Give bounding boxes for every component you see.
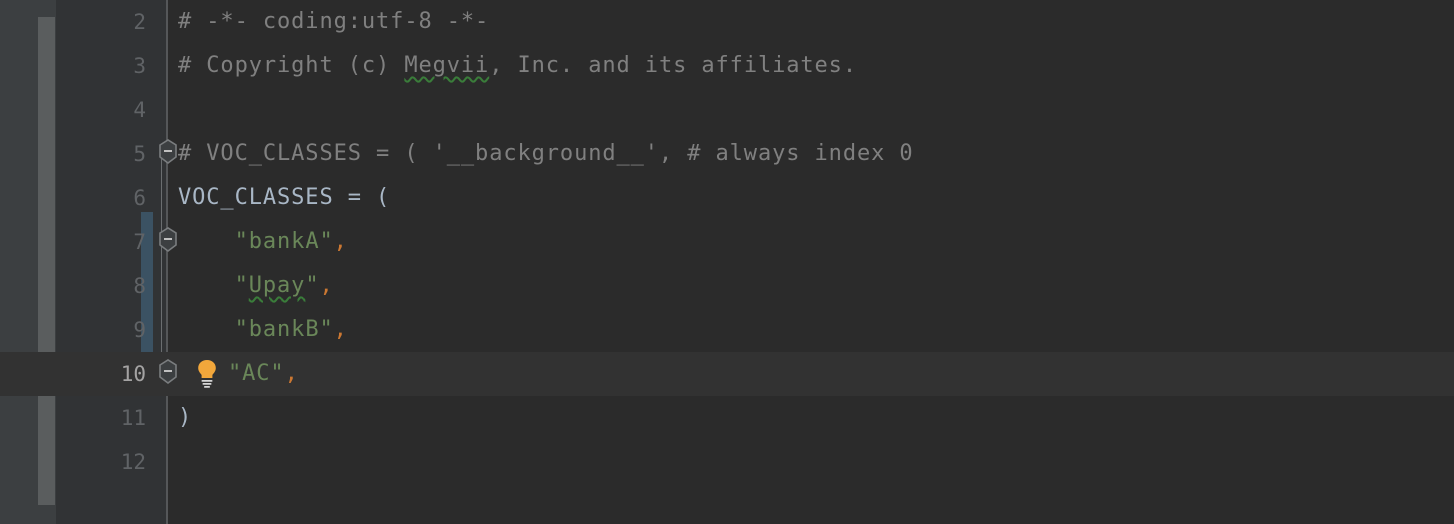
code-line-text-3[interactable]: # Copyright (c) Megvii, Inc. and its aff… [178,44,857,88]
token-comment: # Copyright (c) [178,53,405,78]
code-line-text-11[interactable]: ) [178,396,192,440]
token-string: " [234,273,249,298]
code-line-row [0,396,1454,440]
token-identifier: VOC_CLASSES [178,185,334,210]
line-number-9[interactable]: 9 [56,308,146,352]
code-line-text-5[interactable]: # VOC_CLASSES = ( '__background__', # al… [178,132,914,176]
code-line-text-8[interactable]: "Upay", [178,264,334,308]
token-comment: # -*- coding:utf-8 -*- [178,9,490,34]
line-number-2[interactable]: 2 [56,0,146,44]
token-string-typo: Upay [248,273,306,298]
line-number-12[interactable]: 12 [56,440,146,484]
token-comma: , [333,317,348,342]
line-number-7[interactable]: 7 [56,220,146,264]
token-comma: , [333,229,348,254]
code-lines-container: 2 # -*- coding:utf-8 -*- 3 # Copyright (c) … [0,0,1454,524]
line-number-5[interactable]: 5 [56,132,146,176]
token-string: " [305,273,320,298]
line-number-3[interactable]: 3 [56,44,146,88]
code-line-row [0,440,1454,484]
code-line-text-7[interactable]: "bankA", [178,220,348,264]
token-comment: # VOC_CLASSES = ( '__background__', # al… [178,141,914,166]
token-string: "AC" [228,361,285,386]
intention-bulb-icon[interactable] [194,358,220,388]
line-number-10[interactable]: 10 [56,352,146,396]
code-line-text-6[interactable]: VOC_CLASSES = ( [178,176,390,220]
code-line-text-9[interactable]: "bankB", [178,308,348,352]
token-punctuation: = ( [333,185,391,210]
token-punctuation: ) [178,405,193,430]
token-comma: , [284,361,299,386]
code-line-row [0,88,1454,132]
line-number-11[interactable]: 11 [56,396,146,440]
code-line-text-2[interactable]: # -*- coding:utf-8 -*- [178,0,489,44]
token-comment-typo: Megvii [404,53,490,78]
line-number-6[interactable]: 6 [56,176,146,220]
fold-collapse-icon[interactable] [155,359,181,389]
code-editor: 2 # -*- coding:utf-8 -*- 3 # Copyright (c) … [0,0,1454,524]
line-number-8[interactable]: 8 [56,264,146,308]
token-comment: , Inc. and its affiliates. [489,53,857,78]
line-number-4[interactable]: 4 [56,88,146,132]
token-comma: , [319,273,334,298]
code-line-text-10[interactable]: "AC", [228,352,299,396]
token-string: "bankB" [234,317,334,342]
token-string: "bankA" [234,229,334,254]
